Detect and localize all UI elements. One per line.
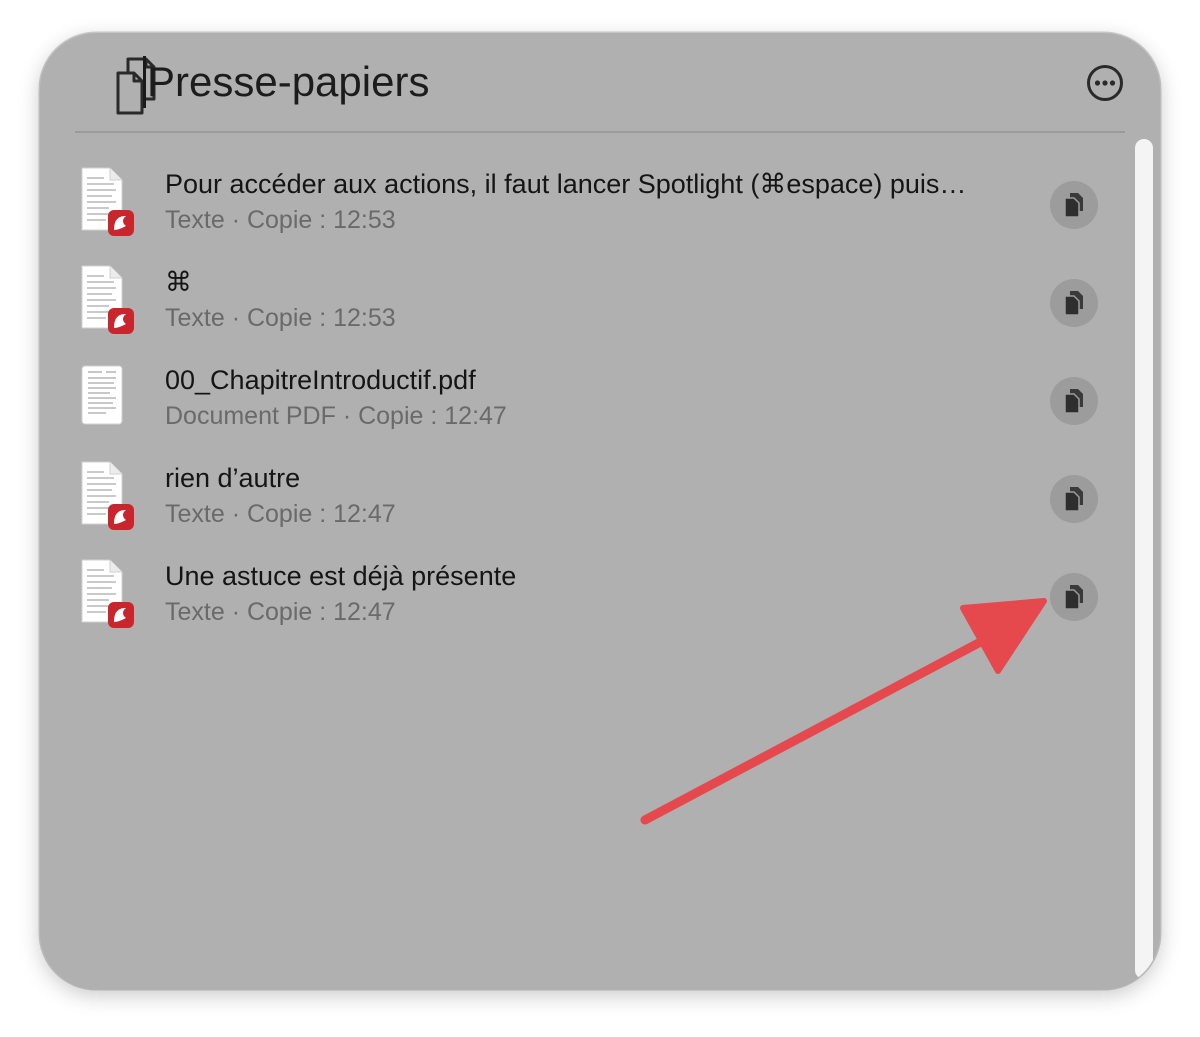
screenshot-stage: Presse-papiers Pour accéder aux actions,… xyxy=(0,0,1200,1037)
annotation-arrow xyxy=(640,598,1047,825)
